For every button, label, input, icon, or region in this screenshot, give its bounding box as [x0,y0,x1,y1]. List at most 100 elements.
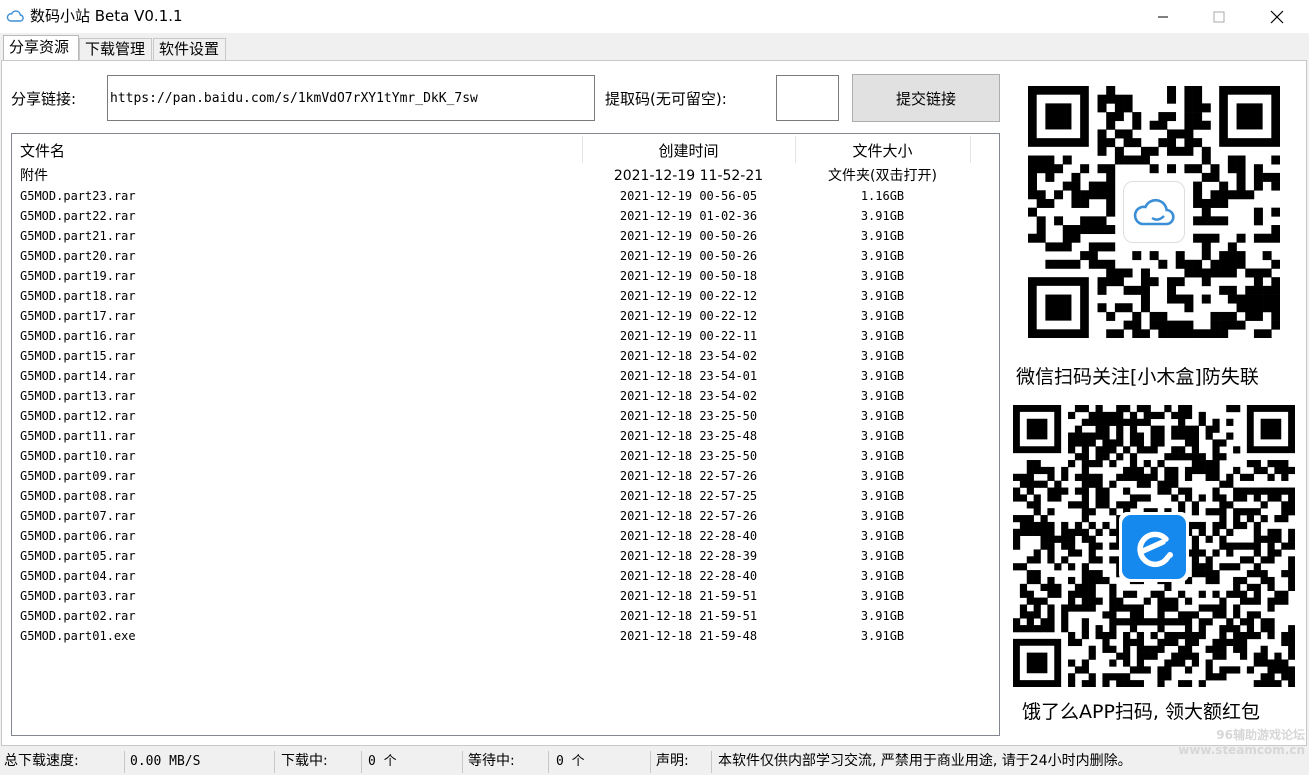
created-time-cell: 2021-12-19 00-50-26 [619,229,758,243]
created-time-cell: 2021-12-18 22-57-26 [619,469,758,483]
watermark-line: 96辅助游戏论坛 [1216,728,1305,742]
created-time-cell: 2021-12-19 11-52-21 [613,168,764,184]
table-row[interactable]: G5MOD.part01.exe 2021-12-18 21-59-48 3.91G… [12,626,999,646]
file-name-cell: G5MOD.part07.rar [20,509,136,523]
share-link-input[interactable]: https://pan.baidu.com/s/1kmVdO7rXY1tYmr_… [107,75,595,121]
table-row[interactable]: G5MOD.part17.rar 2021-12-19 00-22-12 3.91G… [12,306,999,326]
status-separator [548,751,549,773]
file-size-cell: 文件夹(双击打开) [828,168,937,184]
extract-code-label: 提取码(无可留空): [605,90,727,108]
created-time-cell: 2021-12-18 21-59-51 [619,589,758,603]
created-time-cell: 2021-12-19 00-22-12 [619,309,758,323]
created-time-cell: 2021-12-18 21-59-51 [619,609,758,623]
table-row[interactable]: G5MOD.part14.rar 2021-12-18 23-54-01 3.91G… [12,366,999,386]
maximize-button[interactable] [1196,0,1242,33]
created-time-cell: 2021-12-18 23-54-02 [619,389,758,403]
maximize-icon [1213,11,1225,22]
file-name-cell: G5MOD.part17.rar [20,309,136,323]
status-separator [274,751,275,773]
file-size-cell: 3.91GB [860,529,905,543]
table-row[interactable]: G5MOD.part22.rar 2021-12-19 01-02-36 3.91G… [12,206,999,226]
table-row[interactable]: G5MOD.part11.rar 2021-12-18 23-25-48 3.91G… [12,426,999,446]
file-size-cell: 3.91GB [860,209,905,223]
table-row[interactable]: G5MOD.part02.rar 2021-12-18 21-59-51 3.91G… [12,606,999,626]
table-row[interactable]: G5MOD.part04.rar 2021-12-18 22-28-40 3.91G… [12,566,999,586]
downloading-value: 0 个 [368,754,397,769]
file-size-cell: 3.91GB [860,509,905,523]
table-row[interactable]: G5MOD.part08.rar 2021-12-18 22-57-25 3.91G… [12,486,999,506]
table-row[interactable]: G5MOD.part10.rar 2021-12-18 23-25-50 3.91G… [12,446,999,466]
download-speed-label: 总下载速度: [4,753,79,769]
downloading-label: 下载中: [281,753,328,769]
tab-settings[interactable]: 软件设置 [153,38,226,60]
table-row[interactable]: G5MOD.part12.rar 2021-12-18 23-25-50 3.91G… [12,406,999,426]
file-name-cell: G5MOD.part12.rar [20,409,136,423]
file-size-cell: 3.91GB [860,409,905,423]
file-name-cell: G5MOD.part03.rar [20,589,136,603]
table-row[interactable]: G5MOD.part07.rar 2021-12-18 22-57-26 3.91G… [12,506,999,526]
file-size-cell: 3.91GB [860,489,905,503]
submit-link-label: 提交链接 [895,89,956,108]
created-time-cell: 2021-12-19 00-50-18 [619,269,758,283]
file-size-cell: 3.91GB [860,349,905,363]
file-size-cell: 3.91GB [860,389,905,403]
tab-share-resources[interactable]: 分享资源 [3,35,79,61]
table-row[interactable]: G5MOD.part19.rar 2021-12-19 00-50-18 3.91G… [12,266,999,286]
file-name-cell: G5MOD.part21.rar [20,229,136,243]
file-size-cell: 3.91GB [860,429,905,443]
submit-link-button[interactable]: 提交链接 [852,74,1000,122]
file-size-cell: 3.91GB [860,549,905,563]
created-time-cell: 2021-12-19 00-56-05 [619,189,758,203]
minimize-button[interactable] [1140,0,1186,33]
column-separator[interactable] [970,136,971,163]
file-size-cell: 3.91GB [860,249,905,263]
file-name-cell: G5MOD.part02.rar [20,609,136,623]
file-list[interactable]: 文件名 创建时间 文件大小 附件 2021-12-19 11-52-21 文件夹(双… [11,133,1000,736]
eleme-qr-caption: 饿了么APP扫码, 领大额红包 [1022,701,1260,723]
table-row[interactable]: G5MOD.part06.rar 2021-12-18 22-28-40 3.91G… [12,526,999,546]
created-time-cell: 2021-12-18 23-54-02 [619,349,758,363]
column-header-name[interactable]: 文件名 [20,134,65,165]
file-name-cell: G5MOD.part16.rar [20,329,136,343]
table-row[interactable]: G5MOD.part16.rar 2021-12-19 00-22-11 3.91G… [12,326,999,346]
file-size-cell: 3.91GB [860,609,905,623]
created-time-cell: 2021-12-18 21-59-48 [619,629,758,643]
waiting-label: 等待中: [468,753,515,769]
table-row[interactable]: G5MOD.part13.rar 2021-12-18 23-54-02 3.91G… [12,386,999,406]
file-name-cell: G5MOD.part05.rar [20,549,136,563]
title-bar[interactable]: 数码小站 Beta V0.1.1 [0,0,1309,33]
tab-download-manager[interactable]: 下载管理 [79,38,152,60]
created-time-cell: 2021-12-18 22-28-39 [619,549,758,563]
table-row[interactable]: 附件 2021-12-19 11-52-21 文件夹(双击打开) [12,166,999,186]
close-button[interactable] [1254,0,1300,33]
table-row[interactable]: G5MOD.part05.rar 2021-12-18 22-28-39 3.91G… [12,546,999,566]
column-header-size[interactable]: 文件大小 [795,134,970,165]
file-size-cell: 3.91GB [860,329,905,343]
download-speed-value: 0.00 MB/S [130,754,201,769]
file-name-cell: 附件 [20,168,48,184]
table-row[interactable]: G5MOD.part23.rar 2021-12-19 00-56-05 1.16G… [12,186,999,206]
table-row[interactable]: G5MOD.part15.rar 2021-12-18 23-54-02 3.91G… [12,346,999,366]
notice-label: 声明: [656,753,689,769]
cloud-icon [6,10,24,22]
table-row[interactable]: G5MOD.part21.rar 2021-12-19 00-50-26 3.91G… [12,226,999,246]
close-icon [1270,10,1284,23]
status-separator [711,751,712,773]
file-name-cell: G5MOD.part01.exe [20,629,136,643]
file-name-cell: G5MOD.part22.rar [20,209,136,223]
table-row[interactable]: G5MOD.part09.rar 2021-12-18 22-57-26 3.91G… [12,466,999,486]
extract-code-input[interactable] [776,75,839,121]
table-row[interactable]: G5MOD.part20.rar 2021-12-19 00-50-26 3.91G… [12,246,999,266]
file-name-cell: G5MOD.part10.rar [20,449,136,463]
window-title: 数码小站 Beta V0.1.1 [30,7,183,25]
file-name-cell: G5MOD.part18.rar [20,289,136,303]
table-row[interactable]: G5MOD.part03.rar 2021-12-18 21-59-51 3.91G… [12,586,999,606]
file-name-cell: G5MOD.part20.rar [20,249,136,263]
file-size-cell: 3.91GB [860,269,905,283]
created-time-cell: 2021-12-18 22-57-25 [619,489,758,503]
column-header-time[interactable]: 创建时间 [582,134,795,165]
notice-text: 本软件仅供内部学习交流, 严禁用于商业用途, 请于24小时内删除。 [718,753,1132,769]
file-name-cell: G5MOD.part13.rar [20,389,136,403]
table-row[interactable]: G5MOD.part18.rar 2021-12-19 00-22-12 3.91G… [12,286,999,306]
file-size-cell: 1.16GB [860,189,905,203]
